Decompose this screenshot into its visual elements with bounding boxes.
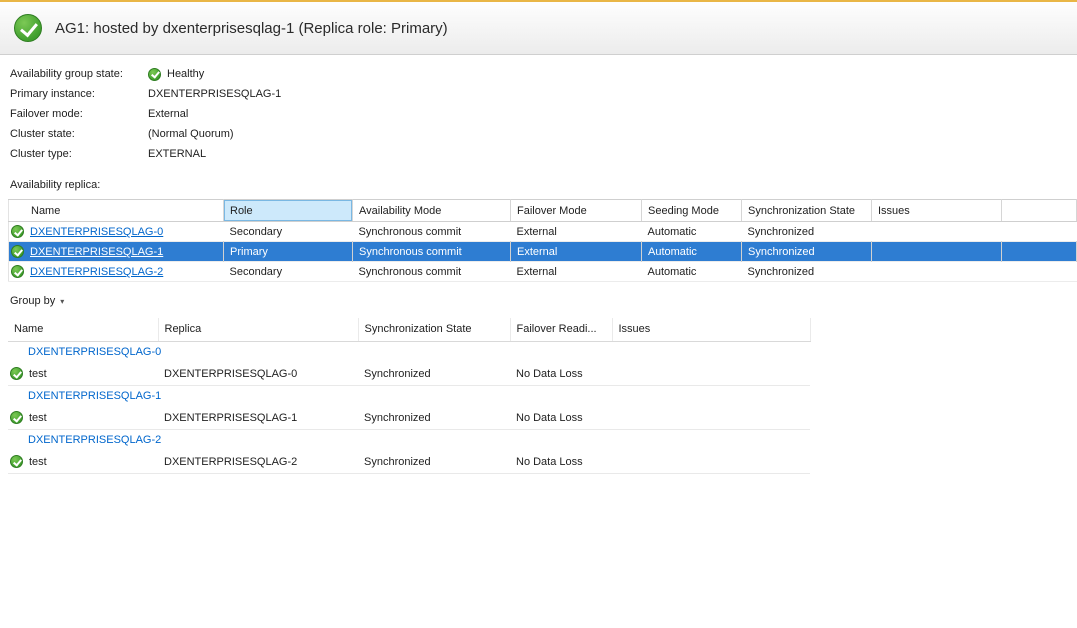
column-header-issues[interactable]: Issues (612, 318, 810, 341)
status-row-failover-mode: Failover mode: External (10, 104, 1077, 124)
replicas-table: Name Role Availability Mode Failover Mod… (8, 199, 1077, 282)
column-header-synchronization-state[interactable]: Synchronization State (742, 200, 872, 222)
database-replica-cell: DXENTERPRISESQLAG-1 (158, 407, 358, 429)
databases-header-row: Name Replica Synchronization State Failo… (8, 318, 810, 341)
replica-role-cell: Primary (224, 242, 353, 262)
status-row-cluster-type: Cluster type: EXTERNAL (10, 144, 1077, 164)
database-row[interactable]: test DXENTERPRISESQLAG-2 Synchronized No… (8, 451, 810, 473)
group-by-label: Group by (10, 295, 55, 307)
status-row-group-state: Availability group state: Healthy (10, 64, 1077, 84)
replica-issues-cell (872, 262, 1002, 282)
replica-failover-mode-cell: External (511, 262, 642, 282)
failover-mode-label: Failover mode: (10, 108, 148, 120)
database-issues-cell (612, 407, 810, 429)
replica-failover-mode-cell: External (511, 222, 642, 242)
cluster-type-value: EXTERNAL (148, 148, 206, 160)
health-ok-icon (10, 411, 23, 424)
database-replica-cell: DXENTERPRISESQLAG-2 (158, 451, 358, 473)
replica-name-link[interactable]: DXENTERPRISESQLAG-1 (30, 246, 163, 258)
replica-seeding-mode-cell: Automatic (642, 222, 742, 242)
replica-row[interactable]: DXENTERPRISESQLAG-1 Primary Synchronous … (9, 242, 1077, 262)
column-header-availability-mode[interactable]: Availability Mode (353, 200, 511, 222)
replica-role-cell: Secondary (224, 222, 353, 242)
database-group-row[interactable]: DXENTERPRISESQLAG-1 (8, 385, 810, 407)
primary-instance-label: Primary instance: (10, 88, 148, 100)
replica-seeding-mode-cell: Automatic (642, 242, 742, 262)
availability-replica-section-label: Availability replica: (10, 179, 1077, 191)
status-row-primary-instance: Primary instance: DXENTERPRISESQLAG-1 (10, 84, 1077, 104)
database-issues-cell (612, 363, 810, 385)
replica-issues-cell (872, 242, 1002, 262)
database-replica-cell: DXENTERPRISESQLAG-0 (158, 363, 358, 385)
health-ok-icon (10, 455, 23, 468)
column-header-synchronization-state[interactable]: Synchronization State (358, 318, 510, 341)
dashboard-header: AG1: hosted by dxenterprisesqlag-1 (Repl… (0, 2, 1077, 55)
health-ok-icon (11, 245, 24, 258)
replica-filler-cell (1002, 242, 1077, 262)
status-summary: Availability group state: Healthy Primar… (0, 55, 1077, 164)
database-name: test (29, 368, 47, 380)
replica-row[interactable]: DXENTERPRISESQLAG-0 Secondary Synchronou… (9, 222, 1077, 242)
group-by-dropdown[interactable]: Group by ▾ (10, 295, 64, 307)
replica-sync-state-cell: Synchronized (742, 262, 872, 282)
column-header-role[interactable]: Role (224, 200, 353, 222)
column-header-seeding-mode[interactable]: Seeding Mode (642, 200, 742, 222)
replica-name-link[interactable]: DXENTERPRISESQLAG-0 (30, 226, 163, 238)
replica-availability-mode-cell: Synchronous commit (353, 242, 511, 262)
column-header-filler (1002, 200, 1077, 222)
replica-sync-state-cell: Synchronized (742, 242, 872, 262)
database-group-row[interactable]: DXENTERPRISESQLAG-0 (8, 341, 810, 363)
group-state-value: Healthy (167, 68, 204, 80)
database-row[interactable]: test DXENTERPRISESQLAG-1 Synchronized No… (8, 407, 810, 429)
replica-availability-mode-cell: Synchronous commit (353, 222, 511, 242)
column-header-name[interactable]: Name (9, 200, 224, 222)
replica-seeding-mode-cell: Automatic (642, 262, 742, 282)
replica-role-cell: Secondary (224, 262, 353, 282)
column-header-failover-mode[interactable]: Failover Mode (511, 200, 642, 222)
database-failover-readiness-cell: No Data Loss (510, 451, 612, 473)
database-group-row[interactable]: DXENTERPRISESQLAG-2 (8, 429, 810, 451)
database-row[interactable]: test DXENTERPRISESQLAG-0 Synchronized No… (8, 363, 810, 385)
database-sync-state-cell: Synchronized (358, 363, 510, 385)
replicas-header-row: Name Role Availability Mode Failover Mod… (9, 200, 1077, 222)
availability-group-title: AG1: hosted by dxenterprisesqlag-1 (Repl… (55, 20, 448, 37)
primary-instance-value: DXENTERPRISESQLAG-1 (148, 88, 281, 100)
column-header-issues[interactable]: Issues (872, 200, 1002, 222)
replica-sync-state-cell: Synchronized (742, 222, 872, 242)
databases-table: Name Replica Synchronization State Failo… (8, 318, 811, 474)
database-sync-state-cell: Synchronized (358, 451, 510, 473)
database-group-link[interactable]: DXENTERPRISESQLAG-1 (28, 390, 161, 402)
database-group-link[interactable]: DXENTERPRISESQLAG-0 (28, 346, 161, 358)
database-failover-readiness-cell: No Data Loss (510, 407, 612, 429)
status-row-cluster-state: Cluster state: (Normal Quorum) (10, 124, 1077, 144)
replica-failover-mode-cell: External (511, 242, 642, 262)
replica-row[interactable]: DXENTERPRISESQLAG-2 Secondary Synchronou… (9, 262, 1077, 282)
replica-name-link[interactable]: DXENTERPRISESQLAG-2 (30, 266, 163, 278)
replica-availability-mode-cell: Synchronous commit (353, 262, 511, 282)
column-header-name[interactable]: Name (8, 318, 158, 341)
failover-mode-value: External (148, 108, 188, 120)
database-name: test (29, 456, 47, 468)
chevron-down-icon: ▾ (60, 297, 64, 306)
replica-filler-cell (1002, 222, 1077, 242)
health-ok-icon (14, 14, 42, 42)
database-failover-readiness-cell: No Data Loss (510, 363, 612, 385)
health-ok-icon (11, 265, 24, 278)
health-ok-icon (10, 367, 23, 380)
cluster-state-value: (Normal Quorum) (148, 128, 234, 140)
column-header-failover-readiness[interactable]: Failover Readi... (510, 318, 612, 341)
database-issues-cell (612, 451, 810, 473)
database-name: test (29, 412, 47, 424)
replica-filler-cell (1002, 262, 1077, 282)
replica-issues-cell (872, 222, 1002, 242)
cluster-type-label: Cluster type: (10, 148, 148, 160)
cluster-state-label: Cluster state: (10, 128, 148, 140)
database-sync-state-cell: Synchronized (358, 407, 510, 429)
health-ok-icon (11, 225, 24, 238)
database-group-link[interactable]: DXENTERPRISESQLAG-2 (28, 434, 161, 446)
column-header-replica[interactable]: Replica (158, 318, 358, 341)
group-state-label: Availability group state: (10, 68, 148, 80)
health-ok-icon (148, 68, 161, 81)
